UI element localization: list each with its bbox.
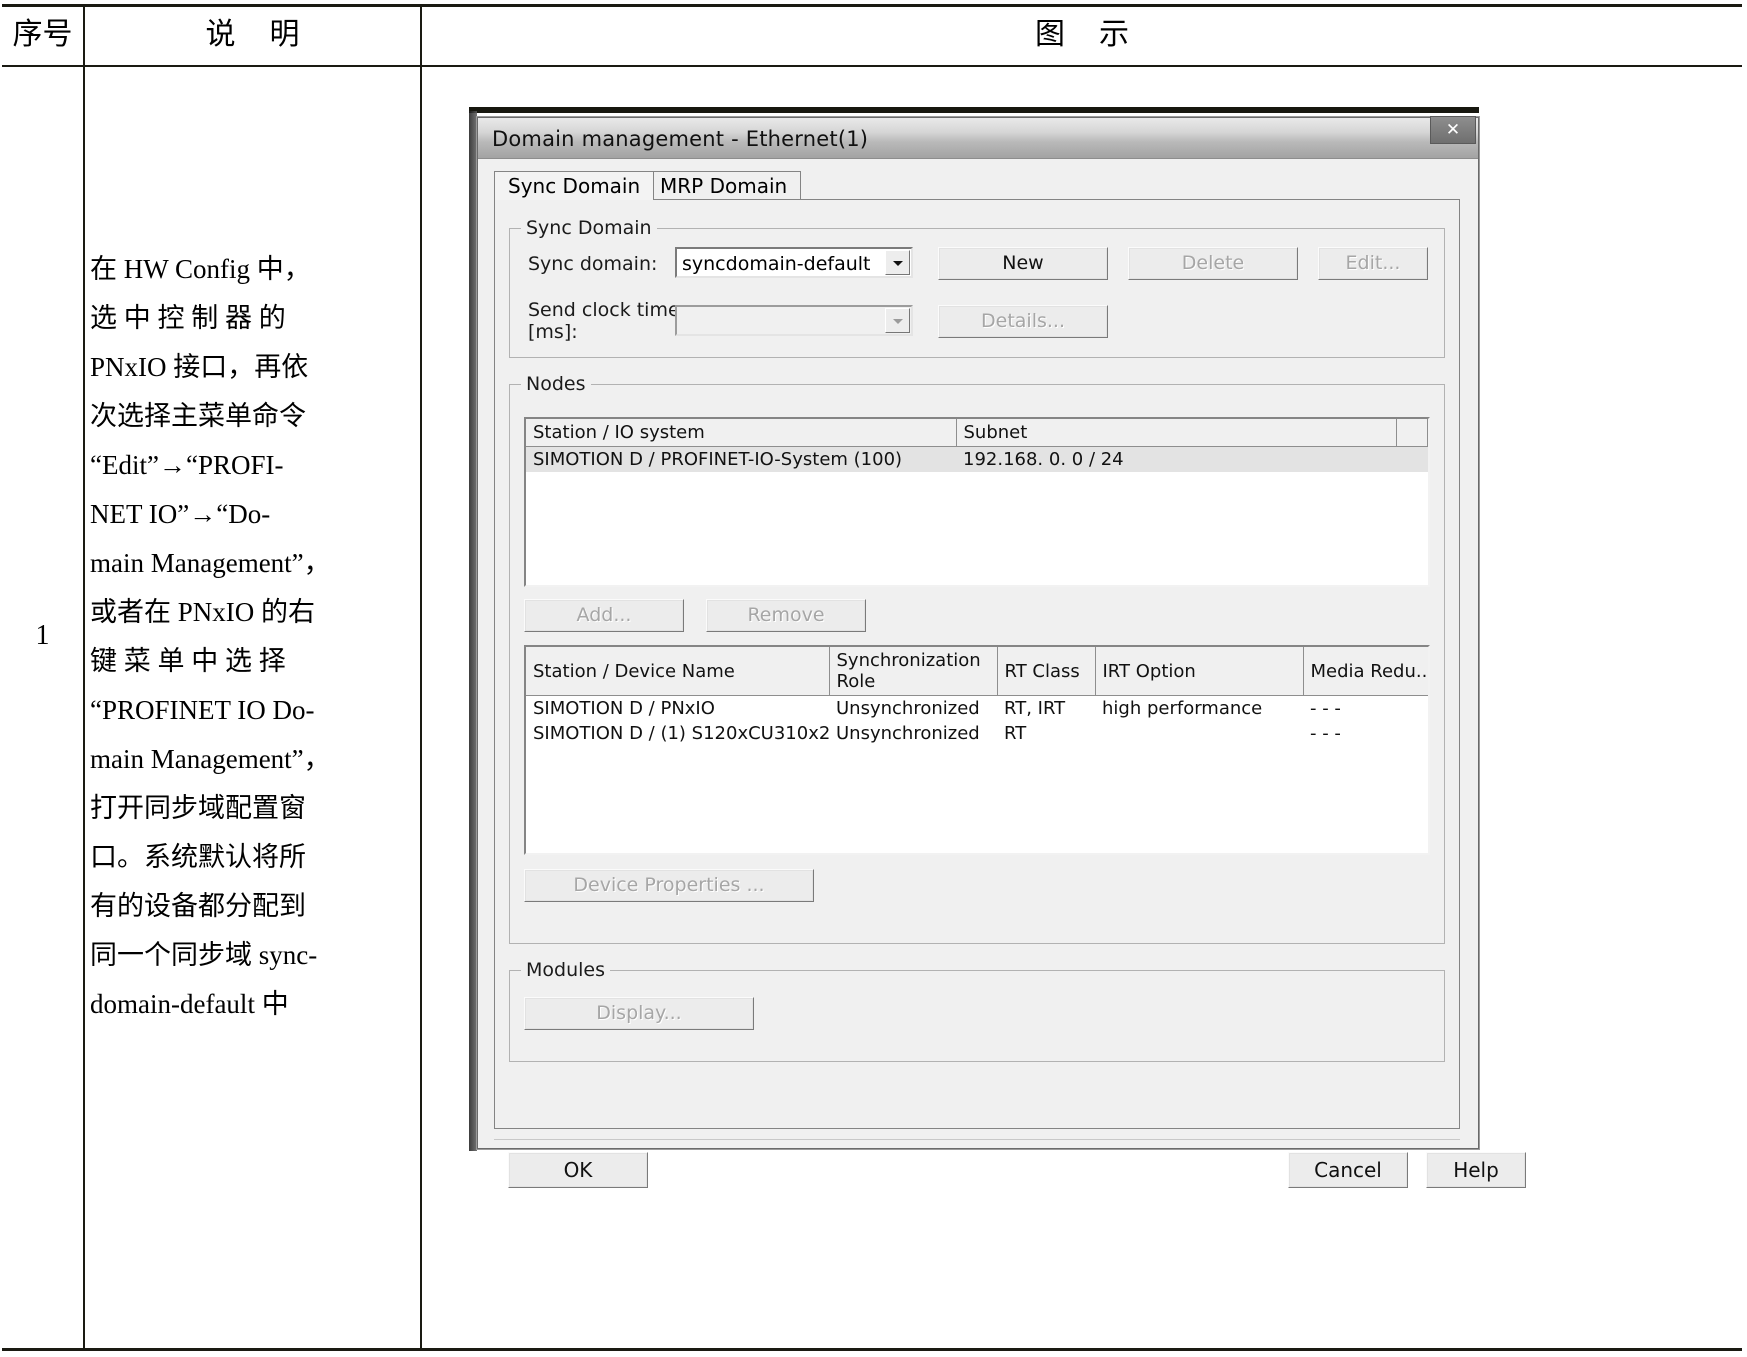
description-line: main Management”， (90, 735, 415, 784)
nodes-group-label: Nodes (521, 373, 591, 395)
footer-divider (494, 1139, 1460, 1140)
column-header-irt-option[interactable]: IRT Option (1095, 647, 1303, 696)
description-line: 次选择主菜单命令 (90, 392, 415, 441)
description-line: “PROFINET IO Do- (90, 686, 415, 735)
remove-button: Remove (706, 599, 866, 632)
tab-strip: Sync Domain MRP Domain (494, 171, 1460, 201)
modules-group-label: Modules (521, 959, 610, 981)
table-vertical-rule-1 (83, 4, 85, 1351)
table-bottom-rule (2, 1348, 1742, 1351)
display-button: Display... (524, 997, 754, 1030)
cell-irt-option (1095, 721, 1303, 746)
column-header-synchronization-role[interactable]: Synchronization Role (829, 647, 997, 696)
table-row[interactable]: SIMOTION D / PNxIO Unsynchronized RT, IR… (526, 696, 1430, 722)
table-row[interactable]: SIMOTION D / (1) S120xCU310x2xPN Unsynch… (526, 721, 1430, 746)
column-header-spacer[interactable] (1396, 419, 1428, 447)
row-number: 1 (2, 620, 83, 652)
table-header-row: Station / Device Name Synchronization Ro… (526, 647, 1430, 696)
description-text: 在 HW Config 中， 选 中 控 制 器 的 PNxIO 接口，再依 次… (90, 245, 415, 1029)
column-header-station-device-name[interactable]: Station / Device Name (526, 647, 829, 696)
table-top-rule (2, 4, 1742, 7)
nodes-group: Nodes Station / IO system Subnet (509, 384, 1445, 944)
cell-sync-role: Unsynchronized (829, 696, 997, 722)
nodes-table[interactable]: Station / IO system Subnet SIMOTION D / … (524, 417, 1430, 587)
new-button[interactable]: New (938, 247, 1108, 280)
column-header-description: 说明 (85, 8, 420, 62)
edit-button: Edit... (1318, 247, 1428, 280)
dialog-titlebar[interactable]: Domain management - Ethernet(1) ✕ (478, 118, 1478, 159)
column-header-figure-char1: 图 (1035, 18, 1065, 51)
devices-table[interactable]: Station / Device Name Synchronization Ro… (524, 645, 1430, 855)
description-line: 口。系统默认将所 (90, 833, 415, 882)
help-button[interactable]: Help (1426, 1152, 1526, 1188)
cell-device-name: SIMOTION D / PNxIO (526, 696, 829, 722)
close-icon[interactable]: ✕ (1430, 116, 1476, 144)
description-line: 或者在 PNxIO 的右 (90, 588, 415, 637)
description-line: main Management”， (90, 539, 415, 588)
send-clock-time-label-line2: [ms]: (528, 321, 578, 343)
sync-domain-label: Sync domain: (528, 253, 657, 275)
cell-irt-option: high performance (1095, 696, 1303, 722)
column-header-description-char2: 明 (270, 18, 300, 51)
column-header-subnet[interactable]: Subnet (956, 419, 1396, 447)
cancel-button[interactable]: Cancel (1288, 1152, 1408, 1188)
description-line: 选 中 控 制 器 的 (90, 294, 415, 343)
dialog-client-area: Sync Domain MRP Domain Sync Domain Sync … (478, 159, 1478, 1148)
cell-device-name: SIMOTION D / (1) S120xCU310x2xPN (526, 721, 829, 746)
cell-rt-class: RT (997, 721, 1095, 746)
add-button: Add... (524, 599, 684, 632)
sync-domain-group-label: Sync Domain (521, 217, 657, 239)
send-clock-time-combobox (675, 305, 913, 336)
tab-mrp-domain[interactable]: MRP Domain (646, 171, 801, 200)
domain-management-dialog: Domain management - Ethernet(1) ✕ Sync D… (477, 117, 1479, 1149)
ok-button[interactable]: OK (508, 1152, 648, 1188)
column-header-rt-class[interactable]: RT Class (997, 647, 1095, 696)
column-header-media-redundancy[interactable]: Media Redu... (1303, 647, 1430, 696)
description-line: 同一个同步域 sync- (90, 931, 415, 980)
cell-spacer (1396, 447, 1428, 473)
table-header-row: Station / IO system Subnet (526, 419, 1428, 447)
cell-media-redundancy: - - - (1303, 721, 1430, 746)
cell-station-io-system: SIMOTION D / PROFINET-IO-System (100) (526, 447, 956, 473)
figure-area: Domain management - Ethernet(1) ✕ Sync D… (422, 67, 1742, 1347)
chevron-down-icon[interactable] (885, 250, 910, 275)
cell-rt-class: RT, IRT (997, 696, 1095, 722)
description-line: 有的设备都分配到 (90, 882, 415, 931)
window-top-edge (469, 107, 1479, 113)
tab-page-sync-domain: Sync Domain Sync domain: syncdomain-defa… (494, 199, 1460, 1129)
column-header-figure-char2: 示 (1099, 18, 1129, 51)
document-page: 序号 说明 图示 1 在 HW Config 中， 选 中 控 制 器 的 PN… (0, 0, 1747, 1357)
description-line: NET IO”→“Do- (90, 490, 415, 539)
chevron-down-icon-disabled (885, 308, 910, 333)
cell-sync-role: Unsynchronized (829, 721, 997, 746)
sync-domain-group: Sync Domain Sync domain: syncdomain-defa… (509, 228, 1445, 358)
description-line: 在 HW Config 中， (90, 245, 415, 294)
delete-button: Delete (1128, 247, 1298, 280)
table-row[interactable]: SIMOTION D / PROFINET-IO-System (100) 19… (526, 447, 1428, 473)
description-line: 打开同步域配置窗 (90, 784, 415, 833)
tab-sync-domain[interactable]: Sync Domain (494, 171, 654, 200)
device-properties-button: Device Properties ... (524, 869, 814, 902)
sync-domain-combobox[interactable]: syncdomain-default (675, 247, 913, 278)
description-line: PNxIO 接口，再依 (90, 343, 415, 392)
description-line: “Edit”→“PROFI- (90, 441, 415, 490)
sync-domain-value: syncdomain-default (682, 253, 871, 275)
description-line: 键 菜 单 中 选 择 (90, 637, 415, 686)
modules-group: Modules Display... (509, 970, 1445, 1062)
window-left-shadow (469, 111, 477, 1151)
send-clock-time-label-line1: Send clock time (528, 299, 680, 321)
description-line: domain-default 中 (90, 980, 415, 1029)
details-button: Details... (938, 305, 1108, 338)
cell-media-redundancy: - - - (1303, 696, 1430, 722)
column-header-station-io-system[interactable]: Station / IO system (526, 419, 956, 447)
dialog-title: Domain management - Ethernet(1) (492, 127, 868, 151)
cell-subnet: 192.168. 0. 0 / 24 (956, 447, 1396, 473)
column-header-seq: 序号 (2, 8, 83, 62)
column-header-description-char1: 说 (206, 18, 236, 51)
column-header-figure: 图示 (422, 8, 1742, 62)
